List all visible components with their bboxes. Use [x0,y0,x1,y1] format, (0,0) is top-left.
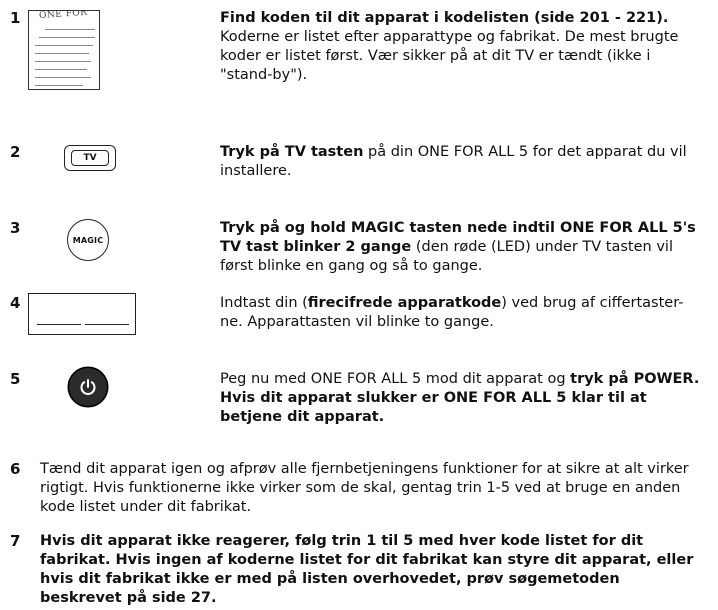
step-2-bold: Tryk på TV tasten [220,144,364,160]
magic-key-icon: MAGIC [67,219,109,261]
step-1-text: Find koden til dit apparat i kodelisten … [220,9,700,85]
step-2-number: 2 [10,143,21,161]
tv-key-icon: TV [64,145,116,171]
step-6-text: Tænd dit apparat igen og afprøv alle fje… [40,461,689,515]
codebook-icon: ONE FOR [28,10,100,90]
step-5-text: Peg nu med ONE FOR ALL 5 mod dit apparat… [220,370,700,427]
step-2-text: Tryk på TV tasten på din ONE FOR ALL 5 f… [220,143,700,181]
step-7-text: Hvis dit apparat ikke reagerer, følg tri… [40,532,700,608]
step-3-number: 3 [10,219,21,237]
step-4-number: 4 [10,294,21,312]
step-4-text: Indtast din (firecifrede apparatkode) ve… [220,294,700,332]
step-7-bold: Hvis dit apparat ikke reagerer, følg tri… [40,533,694,606]
tv-key-label: TV [71,150,109,166]
step-5-pre: Peg nu med ONE FOR ALL 5 mod dit apparat… [220,371,571,387]
power-key-icon [69,368,107,406]
step-1-bold: Find koden til dit apparat i kodelisten … [220,10,669,26]
step-7-number: 7 [10,532,21,550]
step-1-number: 1 [10,9,21,27]
codebook-header-text: ONE FOR [38,10,88,22]
power-symbol-icon [80,379,96,395]
code-entry-icon [28,293,136,335]
step-5-number: 5 [10,370,21,388]
step-3-text: Tryk på og hold MAGIC tasten nede indtil… [220,219,700,276]
step-4-pre: Indtast din ( [220,295,308,311]
step-4-bold: firecifrede apparatkode [307,295,502,311]
step-1-body: Koderne er listet efter apparattype og f… [220,29,679,83]
step-6-number: 6 [10,460,21,478]
